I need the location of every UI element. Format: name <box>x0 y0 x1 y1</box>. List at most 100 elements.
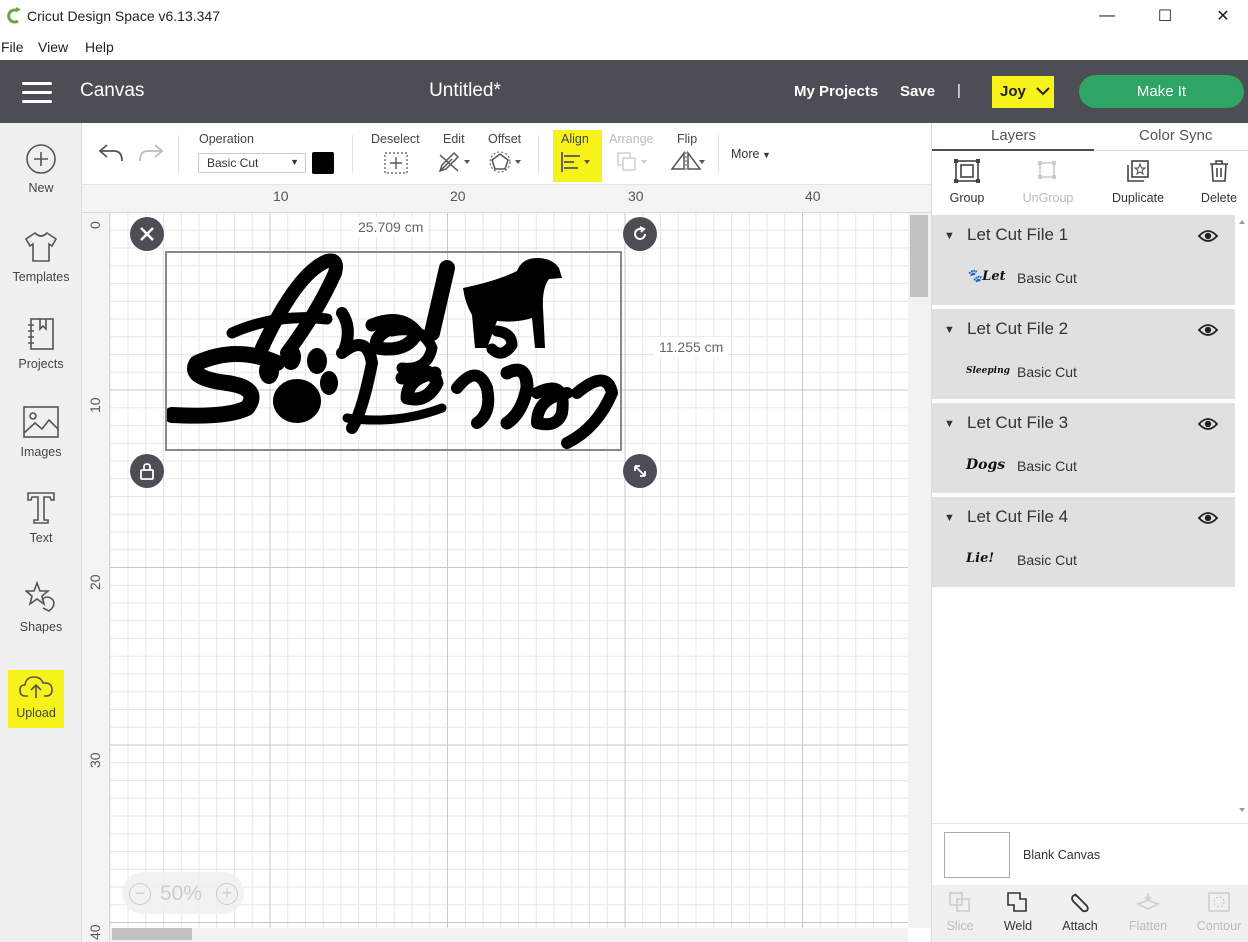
delete-button[interactable]: Delete <box>1198 151 1240 205</box>
paperclip-icon <box>1071 893 1089 913</box>
layer-operation: Basic Cut <box>1017 458 1077 474</box>
menu-file[interactable]: File <box>1 39 24 55</box>
undo-icon[interactable] <box>98 141 124 163</box>
my-projects-link[interactable]: My Projects <box>794 83 878 100</box>
layer-operation: Basic Cut <box>1017 364 1077 380</box>
layer-operation: Basic Cut <box>1017 270 1077 286</box>
scrollbar-thumb[interactable] <box>112 928 192 940</box>
deselect-label: Deselect <box>371 132 420 146</box>
notebook-icon <box>28 318 54 350</box>
sidebar-item-shapes[interactable]: Shapes <box>0 580 82 634</box>
deselect-icon[interactable] <box>384 152 408 174</box>
edit-toolbar: Operation Basic Cut ▼ Deselect Edit Offs… <box>82 123 932 185</box>
caret-down-icon[interactable]: ▼ <box>944 512 955 524</box>
caret-down-icon[interactable]: ▼ <box>944 230 955 242</box>
layer-name: Let Cut File 2 <box>967 319 1069 338</box>
sidebar-item-text[interactable]: Text <box>0 491 82 545</box>
layer-name: Let Cut File 4 <box>967 507 1069 526</box>
operation-select[interactable]: Basic Cut ▼ <box>198 153 306 173</box>
canvas-horizontal-scrollbar[interactable] <box>110 928 908 942</box>
plus-circle-icon <box>26 144 56 174</box>
delete-label: Delete <box>1200 191 1238 205</box>
more-menu[interactable]: More ▼ <box>731 147 771 161</box>
sidebar-item-new[interactable]: New <box>0 143 82 195</box>
design-artwork-image[interactable] <box>167 253 620 449</box>
hamburger-menu-icon[interactable] <box>22 82 52 103</box>
operation-color-swatch[interactable] <box>312 152 334 174</box>
weld-label: Weld <box>1003 919 1033 933</box>
flip-icon[interactable] <box>670 151 706 173</box>
resize-handle[interactable] <box>623 454 657 488</box>
canvas-vertical-scrollbar[interactable] <box>908 213 931 928</box>
sidebar-label-text: Text <box>29 531 53 545</box>
slice-button[interactable]: Slice <box>930 891 990 933</box>
duplicate-label: Duplicate <box>1111 191 1165 205</box>
offset-icon[interactable] <box>489 151 523 173</box>
zoom-in-button[interactable]: + <box>216 883 238 905</box>
edit-icon[interactable] <box>438 151 472 173</box>
blank-canvas-row[interactable]: Blank Canvas <box>932 823 1248 885</box>
attach-label: Attach <box>1062 919 1098 933</box>
sidebar-item-templates[interactable]: Templates <box>0 230 82 284</box>
ruler-left-mark: 40 <box>87 924 103 940</box>
tab-color-sync[interactable]: Color Sync <box>1139 127 1212 144</box>
make-it-button[interactable]: Make It <box>1079 75 1244 108</box>
ungroup-button[interactable]: UnGroup <box>1020 151 1076 205</box>
attach-button[interactable]: Attach <box>1050 891 1110 933</box>
arrange-label: Arrange <box>609 132 654 146</box>
layer-row[interactable]: ▼ Let Cut File 3 Dogs Basic Cut <box>932 403 1235 495</box>
rotate-handle[interactable] <box>623 217 657 251</box>
duplicate-button[interactable]: Duplicate <box>1108 151 1168 205</box>
blank-canvas-swatch[interactable] <box>944 832 1010 878</box>
text-t-icon <box>27 492 55 524</box>
flatten-label: Flatten <box>1128 919 1168 933</box>
eye-icon[interactable] <box>1198 323 1218 337</box>
align-icon[interactable] <box>560 151 594 173</box>
toolbar-separator <box>352 135 353 173</box>
sidebar-item-images[interactable]: Images <box>0 405 82 459</box>
scroll-down-arrow-icon[interactable] <box>1235 805 1248 815</box>
ruler-left-mark: 0 <box>87 221 103 229</box>
contour-button[interactable]: Contour <box>1189 891 1248 933</box>
toolbar-separator <box>718 135 719 173</box>
layer-row[interactable]: ▼ Let Cut File 4 Lie! Basic Cut <box>932 497 1235 589</box>
operation-label: Operation <box>199 132 254 146</box>
eye-icon[interactable] <box>1198 417 1218 431</box>
sidebar-item-upload[interactable]: Upload <box>8 670 64 728</box>
lock-handle[interactable] <box>130 454 164 488</box>
selection-box[interactable] <box>165 251 622 451</box>
arrange-icon[interactable] <box>616 151 650 173</box>
zoom-out-button[interactable]: − <box>129 883 151 905</box>
caret-down-icon[interactable]: ▼ <box>944 324 955 336</box>
save-button[interactable]: Save <box>900 83 935 100</box>
redo-icon[interactable] <box>138 141 164 163</box>
close-icon <box>140 227 154 241</box>
eye-icon[interactable] <box>1198 229 1218 243</box>
user-menu[interactable]: Joy <box>992 76 1054 108</box>
scroll-up-arrow-icon[interactable] <box>1235 217 1248 227</box>
maximize-button[interactable]: ☐ <box>1136 0 1194 32</box>
ruler-left-mark: 20 <box>87 574 103 590</box>
delete-handle[interactable] <box>130 217 164 251</box>
scrollbar-thumb[interactable] <box>910 215 928 297</box>
close-window-button[interactable]: ✕ <box>1194 0 1248 32</box>
bottom-actions: Slice Weld Attach Flatten Contour <box>932 885 1248 942</box>
sidebar-item-projects[interactable]: Projects <box>0 317 82 371</box>
menu-help[interactable]: Help <box>85 39 114 55</box>
eye-icon[interactable] <box>1198 511 1218 525</box>
layer-row[interactable]: ▼ Let Cut File 1 🐾Let Basic Cut <box>932 215 1235 307</box>
panel-scrollbar[interactable] <box>1235 215 1248 817</box>
caret-down-icon[interactable]: ▼ <box>944 418 955 430</box>
layer-operation: Basic Cut <box>1017 552 1077 568</box>
group-button[interactable]: Group <box>944 151 990 205</box>
chevron-down-icon <box>1036 87 1050 96</box>
shapes-icon <box>25 580 55 612</box>
menu-view[interactable]: View <box>38 39 68 55</box>
weld-button[interactable]: Weld <box>988 891 1048 933</box>
layer-row[interactable]: ▼ Let Cut File 2 Sleeping Basic Cut <box>932 309 1235 401</box>
flatten-button[interactable]: Flatten <box>1118 891 1178 933</box>
layer-name: Let Cut File 1 <box>967 225 1069 244</box>
tab-layers[interactable]: Layers <box>991 127 1036 144</box>
minimize-button[interactable]: — <box>1078 0 1136 32</box>
sidebar-label-templates: Templates <box>12 270 70 284</box>
